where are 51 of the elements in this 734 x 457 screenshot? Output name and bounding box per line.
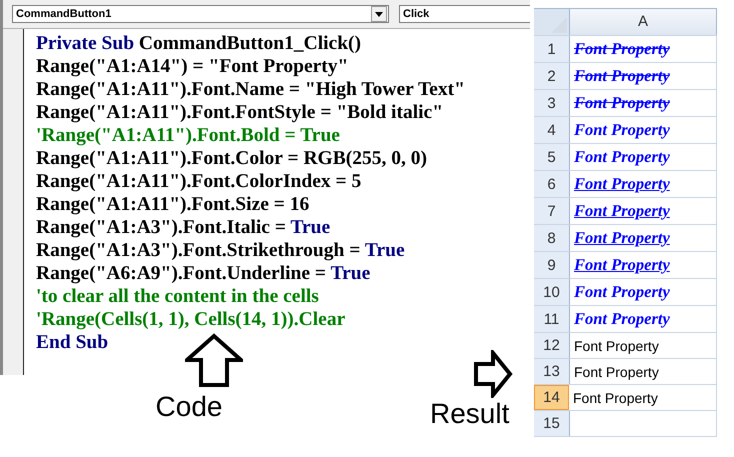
row-header[interactable]: 10 [534, 279, 570, 305]
cell-text: Font Property [574, 66, 670, 86]
up-arrow-icon [185, 333, 243, 387]
procedure-dropdown[interactable]: Click [399, 5, 530, 23]
row-header[interactable]: 11 [534, 306, 570, 332]
row-header[interactable]: 8 [534, 225, 570, 251]
cell-text: Font Property [574, 201, 670, 221]
row-header[interactable]: 5 [534, 144, 570, 170]
cell-text: Font Property [574, 93, 670, 113]
cell-text: Font Property [574, 364, 659, 380]
row-header[interactable]: 2 [534, 63, 570, 89]
code-line: 'Range(Cells(1, 1), Cells(14, 1)).Clear [36, 308, 346, 331]
code-line: End Sub [36, 331, 108, 354]
cell-text: Font Property [574, 255, 670, 275]
code-line: Range("A1:A11").Font.ColorIndex = 5 [36, 170, 362, 193]
row-header[interactable]: 9 [534, 252, 570, 278]
annotation-label: Code [156, 391, 222, 423]
row-header[interactable]: 6 [534, 171, 570, 197]
cell-text: Font Property [574, 147, 670, 167]
code-line: 'to clear all the content in the cells [36, 285, 319, 308]
code-line: Range("A1:A11").Font.Size = 16 [36, 193, 310, 216]
row-header[interactable]: 13 [534, 359, 570, 384]
row-header[interactable]: 1 [534, 36, 570, 62]
cell-text: Font Property [574, 282, 670, 302]
code-line: 'Range("A1:A11").Font.Bold = True [36, 124, 340, 147]
code-line: Private Sub CommandButton1_Click() [36, 32, 362, 55]
cell-text: Font Property [574, 174, 670, 194]
cell-text: Font Property [574, 338, 659, 354]
cell-text: Font Property [574, 39, 670, 59]
code-line: Range("A1:A11").Font.Name = "High Tower Text" [36, 78, 465, 101]
code-line: Range("A1:A11").Font.FontStyle = "Bold italic" [36, 101, 444, 124]
row-header[interactable]: 4 [534, 117, 570, 143]
corner-triangle-icon [549, 15, 569, 35]
right-arrow-icon [473, 350, 514, 398]
cell-text: Font Property [573, 390, 658, 406]
annotation-label: Result [430, 398, 510, 430]
cell-text: Font Property [574, 120, 670, 140]
cell-text: Font Property [574, 228, 670, 248]
code-line: Range("A1:A11").Font.Color = RGB(255, 0, 0) [36, 147, 427, 170]
object-dropdown[interactable]: CommandButton1 [12, 5, 389, 23]
code-line: Range("A1:A3").Font.Italic = True [36, 216, 330, 239]
code-line: Range("A6:A9").Font.Underline = True [36, 262, 370, 285]
column-header[interactable]: A [570, 9, 717, 35]
code-line: Range("A1:A3").Font.Strikethrough = True [36, 239, 405, 262]
row-header[interactable]: 7 [534, 198, 570, 224]
row-header[interactable]: 15 [534, 411, 570, 436]
row-header[interactable]: 14 [534, 385, 569, 410]
row-header[interactable]: 12 [534, 333, 570, 358]
row-header[interactable]: 3 [534, 90, 570, 116]
code-line: Range("A1:A14") = "Font Property" [36, 55, 348, 78]
cell-text: Font Property [574, 309, 670, 329]
